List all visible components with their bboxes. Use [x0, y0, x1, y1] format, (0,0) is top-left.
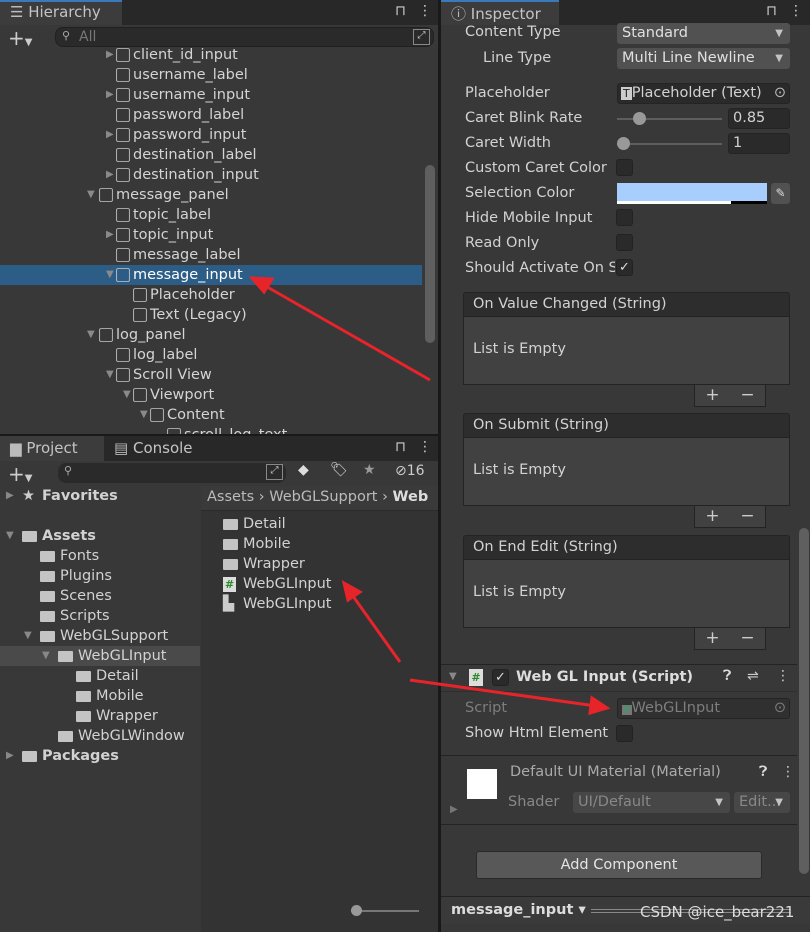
annotation-arrows [248, 276, 611, 716]
annotation-arrow-inspector [409, 678, 597, 708]
arrowhead [341, 580, 363, 603]
arrowhead [248, 276, 275, 295]
annotation-arrow-project [348, 591, 402, 663]
arrowhead [588, 695, 611, 716]
annotation-arrow-hierarchy [261, 282, 431, 382]
